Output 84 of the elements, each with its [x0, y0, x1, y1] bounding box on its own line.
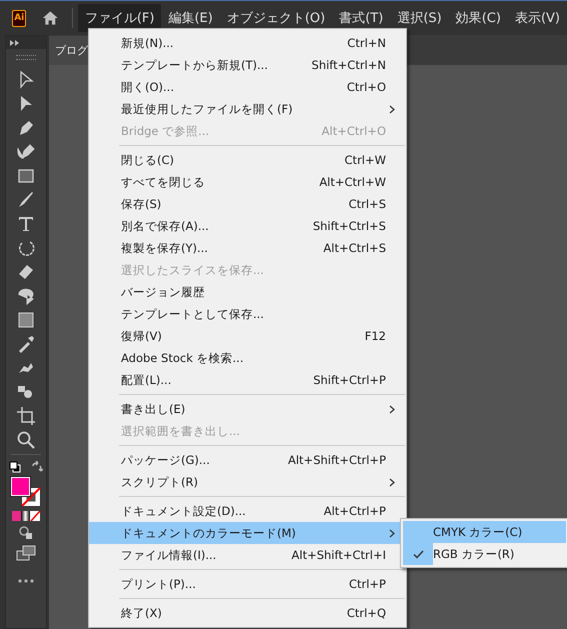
- menu-item[interactable]: 配置(L)... Shift+Ctrl+P: [89, 369, 406, 391]
- menu-item[interactable]: 別名で保存(A)... Shift+Ctrl+S: [89, 215, 406, 237]
- menu-item[interactable]: 効果(C): [448, 4, 508, 32]
- menu-item[interactable]: 表示(V): [508, 4, 567, 32]
- menu-item[interactable]: 保存(S) Ctrl+S: [89, 193, 406, 215]
- type-tool-icon[interactable]: [16, 214, 36, 234]
- eraser-tool-icon[interactable]: [16, 262, 36, 282]
- menu-item[interactable]: 閉じる(C) Ctrl+W: [89, 149, 406, 171]
- shortcut-label: Shift+Ctrl+N: [312, 58, 386, 72]
- more-icon[interactable]: [18, 579, 34, 583]
- menu-item[interactable]: バージョン履歴: [89, 281, 406, 303]
- shortcut-label: Shift+Ctrl+S: [312, 219, 386, 233]
- menu-item[interactable]: スクリプト(R): [89, 471, 406, 493]
- shortcut-label: F12: [364, 329, 386, 343]
- shortcut-label: Alt+Shift+Ctrl+I: [292, 548, 386, 562]
- menu-item-label: テンプレートから新規(T)...: [121, 58, 269, 72]
- menu-item[interactable]: RGB カラー(R): [403, 543, 566, 565]
- app-logo: Ai: [12, 10, 26, 26]
- shortcut-label: Ctrl+P: [348, 577, 386, 591]
- menu-item-label: CMYK カラー(C): [433, 524, 524, 540]
- menu-item[interactable]: 終了(X) Ctrl+Q: [89, 602, 406, 624]
- shortcut-label: Alt+Ctrl+O: [322, 124, 386, 138]
- default-colors-icon[interactable]: [9, 461, 21, 473]
- shortcut-label: Ctrl+O: [346, 80, 386, 94]
- menu-item-label: 配置(L)...: [121, 372, 172, 388]
- menu-item[interactable]: 開く(O)... Ctrl+O: [89, 76, 406, 98]
- menu-item-label: 終了(X): [121, 606, 163, 620]
- screen-mode-icon[interactable]: [16, 545, 36, 561]
- collapse-icon[interactable]: [10, 40, 20, 46]
- menu-item-label: バージョン履歴: [121, 284, 206, 300]
- fill-swatch[interactable]: [11, 477, 30, 496]
- menu-item[interactable]: オブジェクト(O): [220, 4, 332, 32]
- shortcut-label: Ctrl+Q: [346, 606, 386, 620]
- shortcut-label: Alt+Shift+Ctrl+P: [288, 453, 386, 467]
- menu-item[interactable]: 書き出し(E): [89, 398, 406, 420]
- menu-item-label: 書き出し(E): [121, 402, 186, 416]
- menu-item[interactable]: 複製を保存(Y)... Alt+Ctrl+S: [89, 237, 406, 259]
- menu-item-label: 新規(N)...: [121, 36, 175, 50]
- shortcut-label: Alt+Ctrl+W: [319, 175, 386, 189]
- menu-item-label: プリント(P)...: [121, 576, 197, 592]
- menu-item-label: 閉じる(C): [121, 152, 176, 168]
- menu-item-label: Adobe Stock を検索...: [121, 350, 244, 366]
- menu-item-label: 保存(S): [121, 196, 162, 212]
- menu-item[interactable]: プリント(P)... Ctrl+P: [89, 573, 406, 595]
- menu-item[interactable]: パッケージ(G)... Alt+Shift+Ctrl+P: [89, 449, 406, 471]
- zoom-tool-icon[interactable]: [16, 430, 36, 450]
- paintbrush-tool-icon[interactable]: [16, 190, 36, 210]
- menu-item[interactable]: テンプレートとして保存...: [89, 303, 406, 325]
- menu-item-label: 復帰(V): [121, 328, 163, 344]
- menu-item[interactable]: Adobe Stock を検索...: [89, 347, 406, 369]
- menu-item[interactable]: 編集(E): [161, 4, 220, 32]
- menu-item-label: パッケージ(G)...: [121, 452, 211, 468]
- shortcut-label: Ctrl+W: [344, 153, 386, 167]
- menu-item[interactable]: 書式(T): [332, 4, 390, 32]
- shortcut-label: Ctrl+N: [347, 36, 386, 50]
- shortcut-label: Shift+Ctrl+P: [313, 373, 386, 387]
- menu-item[interactable]: 最近使用したファイルを開く(F): [89, 98, 406, 120]
- artboard-tool-icon[interactable]: [16, 406, 36, 426]
- menu-item-label: スクリプト(R): [121, 474, 199, 490]
- home-icon[interactable]: [42, 9, 60, 27]
- menu-item-label: 最近使用したファイルを開く(F): [121, 102, 294, 116]
- menu-item-label: テンプレートとして保存...: [121, 306, 265, 322]
- menu-item-label: ドキュメントのカラーモード(M): [121, 526, 297, 540]
- menu-item-label: 別名で保存(A)...: [121, 218, 210, 234]
- draw-mode-icon[interactable]: [18, 525, 34, 541]
- color-mode-icon[interactable]: [12, 511, 40, 521]
- menu-item-label: Bridge で参照...: [121, 124, 210, 138]
- menu-item-label: 複製を保存(Y)...: [121, 240, 209, 256]
- shortcut-label: Alt+Ctrl+P: [324, 504, 386, 518]
- menu-item[interactable]: 復帰(V) F12: [89, 325, 406, 347]
- menu-item[interactable]: ドキュメント設定(D)... Alt+Ctrl+P: [89, 500, 406, 522]
- menu-item-label: すべてを閉じる: [121, 174, 206, 190]
- menu-item-label: ファイル情報(I)...: [121, 548, 218, 562]
- menu-item-label: 開く(O)...: [121, 80, 175, 94]
- menu-item-label: ドキュメント設定(D)...: [121, 504, 247, 518]
- shortcut-label: Ctrl+S: [348, 197, 386, 211]
- shortcut-label: Alt+Ctrl+S: [323, 241, 386, 255]
- menu-item[interactable]: 選択(S): [390, 4, 449, 32]
- swap-icon[interactable]: [31, 461, 43, 473]
- menu-item[interactable]: すべてを閉じる Alt+Ctrl+W: [89, 171, 406, 193]
- menu-item-label: RGB カラー(R): [433, 546, 516, 562]
- menu-item-label: 選択範囲を書き出し...: [121, 424, 241, 438]
- gradient-tool-icon[interactable]: [16, 310, 36, 330]
- menu-item-label: 選択したスライスを保存...: [121, 262, 265, 278]
